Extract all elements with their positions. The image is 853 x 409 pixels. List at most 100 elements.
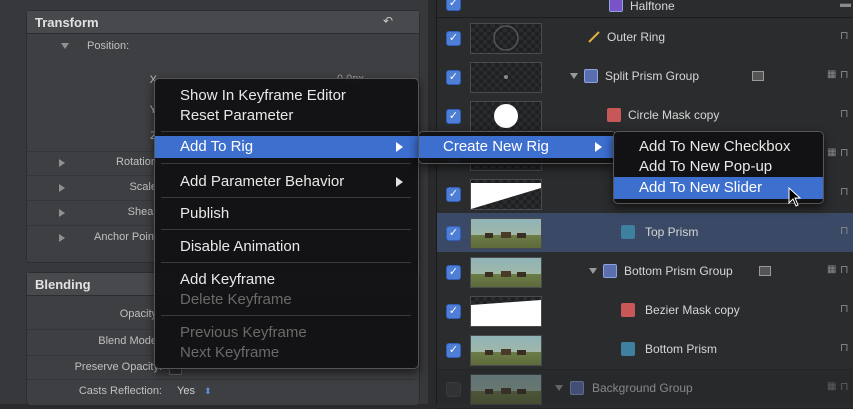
group-icon — [570, 381, 584, 395]
menu-item-add-to-new-popup[interactable]: Add To New Pop-up — [614, 156, 823, 178]
menu-item-label: Next Keyframe — [180, 344, 280, 361]
casts-reflection-row: Casts Reflection: Yes ⬍ — [27, 380, 419, 403]
disclosure-open-icon[interactable] — [589, 268, 597, 274]
layer-enable-checkbox[interactable]: ✓ — [446, 226, 461, 241]
layer-enable-checkbox[interactable]: ✓ — [446, 70, 461, 85]
layer-thumbnail — [470, 179, 542, 210]
layer-enable-checkbox[interactable]: ✓ — [446, 109, 461, 124]
layer-row-selected[interactable]: ✓ Top Prism ⊓ — [437, 213, 853, 253]
trapezoid-thumbnail-image — [471, 183, 541, 209]
layer-row[interactable]: ✓ Outer Ring ⊓ — [437, 18, 853, 58]
layer-enable-checkbox[interactable]: ✓ — [446, 31, 461, 46]
layer-thumbnail — [470, 101, 542, 132]
disclosure-open-icon[interactable] — [555, 385, 563, 391]
disclosure-open-icon[interactable] — [570, 73, 578, 79]
image-layer-icon — [621, 225, 635, 239]
lock-icon[interactable]: ⊓ — [840, 186, 850, 198]
layer-enable-checkbox[interactable]: ✓ — [446, 343, 461, 358]
layer-row[interactable]: ✓ Split Prism Group ▦ ⊓ — [437, 57, 853, 97]
lock-icon[interactable]: ⊓ — [840, 381, 850, 393]
menu-item-publish[interactable]: Publish — [155, 203, 418, 225]
animals-thumbnail-image — [485, 388, 526, 394]
x-label: X — [149, 74, 157, 86]
layer-row[interactable]: ✓ Halftone ▬ — [437, 0, 853, 18]
mask-icon — [621, 303, 635, 317]
menu-item-label: Publish — [180, 205, 230, 222]
submenu-arrow-icon — [595, 142, 602, 152]
bezier-thumbnail-image — [471, 300, 541, 326]
preserve-opacity-label: Preserve Opacity: — [74, 361, 162, 373]
transform-header[interactable]: Transform ↶ — [27, 11, 419, 34]
menu-separator — [161, 197, 411, 198]
disclosure-closed-icon[interactable] — [59, 184, 65, 192]
layer-name: Background Group — [592, 381, 693, 395]
menu-item-label: Create New Rig — [443, 138, 549, 155]
menu-separator — [161, 315, 411, 316]
lock-icon[interactable]: ⊓ — [840, 69, 850, 81]
halftone-filter-icon — [609, 0, 623, 12]
layer-row[interactable]: ✓ Bottom Prism Group ▦ ⊓ — [437, 252, 853, 292]
menu-item-label: Add To Rig — [180, 138, 254, 155]
mouse-pointer-icon — [788, 187, 802, 207]
isolate-icon[interactable] — [752, 71, 764, 81]
popup-arrows-icon: ⬍ — [204, 386, 212, 396]
layer-name: Bottom Prism Group — [624, 264, 733, 278]
menu-item-label: Show In Keyframe Editor — [180, 87, 346, 104]
menu-item-add-to-new-checkbox[interactable]: Add To New Checkbox — [614, 136, 823, 158]
animals-thumbnail-image — [485, 232, 526, 238]
layer-enable-checkbox[interactable]: ✓ — [446, 382, 461, 397]
lock-icon[interactable]: ⊓ — [840, 342, 850, 354]
layer-enable-checkbox[interactable]: ✓ — [446, 0, 461, 11]
layer-enable-checkbox[interactable]: ✓ — [446, 187, 461, 202]
menu-item-label: Reset Parameter — [180, 107, 294, 124]
lock-icon[interactable]: ⊓ — [840, 108, 850, 120]
casts-reflection-popup[interactable]: Yes ⬍ — [177, 385, 212, 397]
lock-icon[interactable]: ⊓ — [840, 147, 850, 159]
position-label: Position: — [87, 40, 130, 52]
menu-item-label: Add To New Slider — [639, 179, 763, 196]
lock-icon[interactable]: ⊓ — [840, 225, 850, 237]
y-label: Y — [127, 104, 157, 116]
shear-label: Shear — [127, 206, 157, 218]
menu-item-add-keyframe[interactable]: Add Keyframe — [155, 269, 418, 291]
layer-name: Outer Ring — [607, 30, 666, 44]
lock-icon[interactable]: ⊓ — [840, 303, 850, 315]
anchor-point-label: Anchor Point — [94, 231, 157, 243]
menu-separator — [161, 229, 411, 230]
menu-item-add-parameter-behavior[interactable]: Add Parameter Behavior — [155, 171, 418, 193]
layer-thumbnail — [470, 374, 542, 405]
layer-enable-checkbox[interactable]: ✓ — [446, 304, 461, 319]
menu-item-reset-parameter[interactable]: Reset Parameter — [155, 105, 418, 127]
menu-item-label: Disable Animation — [180, 238, 301, 255]
layer-row[interactable]: ✓ Circle Mask copy ⊓ — [437, 96, 853, 136]
disclosure-open-icon[interactable] — [61, 43, 69, 49]
menu-separator — [161, 262, 411, 263]
group-icon — [584, 69, 598, 83]
menu-item-label: Add To New Pop-up — [639, 158, 773, 175]
layer-thumbnail — [470, 23, 542, 54]
menu-item-create-new-rig[interactable]: Create New Rig — [419, 136, 616, 158]
menu-item-add-to-rig[interactable]: Add To Rig — [155, 136, 418, 158]
layer-row[interactable]: ✓ Background Group ▦ ⊓ — [437, 369, 853, 409]
casts-reflection-label: Casts Reflection: — [78, 385, 162, 397]
image-layer-icon — [621, 342, 635, 356]
disclosure-closed-icon[interactable] — [59, 159, 65, 167]
menu-item-disable-animation[interactable]: Disable Animation — [155, 236, 418, 258]
disclosure-closed-icon[interactable] — [59, 234, 65, 242]
layer-row[interactable]: ✓ Bottom Prism ⊓ — [437, 330, 853, 370]
isolate-icon[interactable] — [759, 266, 771, 276]
circle-mask-thumbnail-image — [494, 104, 518, 128]
layer-row[interactable]: ✓ Bezier Mask copy ⊓ — [437, 291, 853, 331]
animals-thumbnail-image — [485, 271, 526, 277]
menu-item-label: Add Parameter Behavior — [180, 173, 345, 190]
reset-icon[interactable]: ↶ — [383, 14, 397, 28]
lock-icon[interactable]: ⊓ — [840, 264, 850, 276]
layer-thumbnail — [470, 296, 542, 327]
menu-item-show-in-keyframe-editor[interactable]: Show In Keyframe Editor — [155, 85, 418, 107]
menu-item-label: Delete Keyframe — [180, 291, 292, 308]
layer-enable-checkbox[interactable]: ✓ — [446, 265, 461, 280]
ring-thumbnail-image — [493, 25, 519, 51]
disclosure-closed-icon[interactable] — [59, 209, 65, 217]
lock-icon[interactable]: ⊓ — [840, 30, 850, 42]
lock-icon[interactable]: ▬ — [840, 0, 851, 10]
